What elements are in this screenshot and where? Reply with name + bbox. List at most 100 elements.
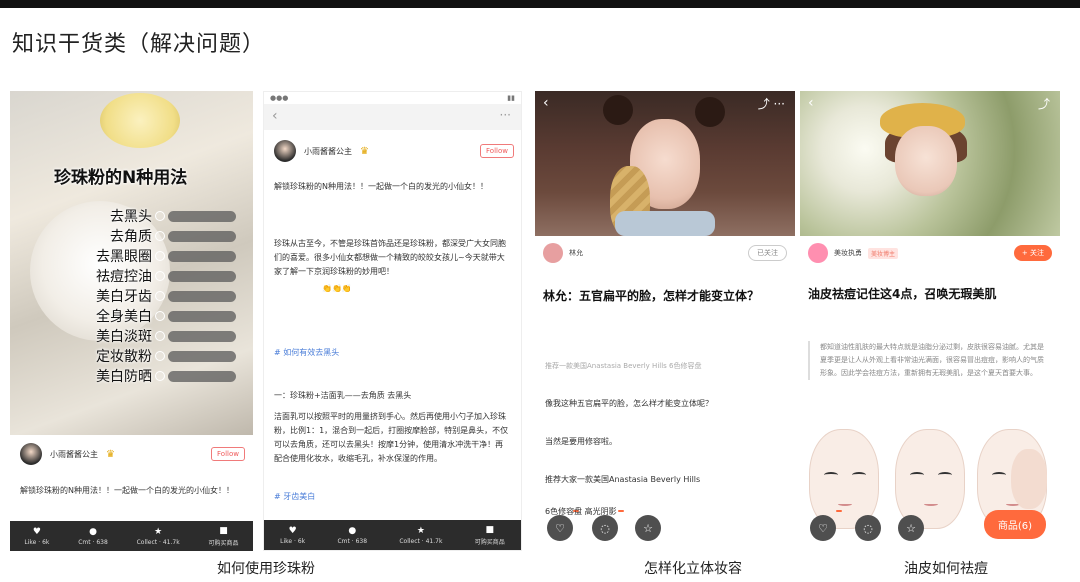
tag-pill[interactable] [168, 310, 236, 322]
comment-icon: ● [348, 525, 357, 536]
avatar[interactable] [20, 443, 42, 465]
author-name[interactable]: 小雨酱酱公主 [50, 449, 98, 460]
tag-dot-icon[interactable] [155, 351, 165, 361]
cover-heading: 珍珠粉的N种用法 [54, 168, 188, 188]
follow-button[interactable]: Follow [211, 447, 245, 461]
post-detail-acne[interactable]: ‹ ⤴ 美妆执勇 美妆博主 + 关注 油皮祛痘记住这4点，召唤无瑕美肌 都知道油… [800, 91, 1060, 551]
crown-icon: ♛ [106, 448, 115, 460]
hero-photo: ‹ ⤴ ··· [535, 91, 795, 236]
tag-dot-icon[interactable] [155, 311, 165, 321]
bottom-action-0[interactable]: ♥ Like · 6k [24, 527, 49, 546]
tag-dot-icon[interactable] [155, 211, 165, 221]
usage-label: 美白牙齿 [96, 289, 152, 305]
buy-products-button[interactable]: 商品(6) [983, 510, 1046, 539]
back-icon[interactable]: ‹ [543, 95, 549, 111]
tag-dot-icon[interactable] [155, 331, 165, 341]
section-heading: 一：珍珠粉+洁面乳——去角质 去黑头 [274, 391, 412, 400]
hair-bun [603, 95, 633, 125]
share-icon[interactable]: ⤴ [1038, 95, 1050, 112]
author-name[interactable]: 林允 [569, 248, 583, 258]
post-card-pearl-powder[interactable]: 珍珠粉的N种用法 小雨酱酱公主 ♛ Follow 解锁珍珠粉的N种用法！！一起做… [10, 91, 253, 551]
author-name[interactable]: 美妆执勇 [834, 248, 862, 258]
avatar[interactable] [543, 243, 563, 263]
follow-button[interactable]: Follow [480, 144, 514, 158]
usage-label: 全身美白 [96, 309, 152, 325]
bottom-action-label: Cmt · 638 [337, 537, 368, 545]
bottom-action-bar: ♥ Like · 6k ● Cmt · 638 ★ Collect · 41.7k ■ 可购买… [264, 520, 521, 550]
collect-icon[interactable]: ☆ [898, 515, 924, 541]
usage-label: 祛痘控油 [96, 269, 152, 285]
bottom-action-3[interactable]: ■ 可购买商品 [209, 526, 239, 547]
tag-dot-icon[interactable] [155, 231, 165, 241]
author-name[interactable]: 小雨酱酱公主 [304, 146, 352, 157]
bottom-action-bar: ♥ Like · 6k ● Cmt · 638 ★ Collect · 41.7k ■ 可购买… [10, 521, 253, 551]
author-row: 美妆执勇 美妆博主 + 关注 [808, 243, 1052, 263]
comment-icon[interactable]: ◌ [855, 515, 881, 541]
bottom-action-1[interactable]: ● Cmt · 638 [78, 527, 108, 546]
tag-pill[interactable] [168, 290, 236, 302]
tag-pill[interactable] [168, 370, 236, 382]
bottom-action-label: Like · 6k [280, 537, 306, 545]
post-description: 解锁珍珠粉的N种用法！！一起做一个白的发光的小仙女！！ [20, 486, 234, 495]
usage-row: 全身美白 [96, 306, 236, 326]
page-title: 知识干货类（解决问题） [12, 32, 266, 57]
back-icon[interactable]: ‹ [808, 95, 814, 111]
collect-icon: ★ [416, 525, 425, 536]
usage-row: 美白防晒 [96, 366, 236, 386]
tag-dot-icon[interactable] [155, 271, 165, 281]
bottom-action-1[interactable]: ● Cmt · 638 [337, 526, 367, 545]
caption-acne: 油皮如何祛痘 [904, 561, 988, 577]
hair-bun [695, 97, 725, 127]
share-icon[interactable]: ⤴ ··· [758, 95, 785, 112]
avatar[interactable] [808, 243, 828, 263]
tag-pill[interactable] [168, 270, 236, 282]
status-bar: ●●● ▮▮ [270, 94, 515, 102]
usage-label: 去黑眼圈 [96, 249, 152, 265]
follow-button[interactable]: + 关注 [1013, 245, 1052, 261]
bottom-action-2[interactable]: ★ Collect · 41.7k [137, 527, 180, 546]
face-drawing [809, 429, 879, 529]
tag-dot-icon[interactable] [155, 371, 165, 381]
shop-icon: ■ [485, 524, 495, 535]
post-paragraph: 洁面乳可以按照平时的用量挤到手心。然后再使用小勺子加入珍珠粉，比例1：1，混合到… [274, 412, 509, 463]
count-badge [836, 510, 842, 512]
face-image [895, 126, 957, 196]
post-intro: 解锁珍珠粉的N种用法！！一起做一个白的发光的小仙女！！ [274, 182, 488, 191]
hero-photo: ‹ ⤴ [800, 91, 1060, 236]
like-icon[interactable]: ♡ [810, 510, 842, 541]
usage-row: 去角质 [110, 226, 236, 246]
tag-pill[interactable] [168, 250, 236, 262]
topic-tag[interactable]: # 牙齿美白 [274, 490, 315, 504]
tag-dot-icon[interactable] [155, 251, 165, 261]
article-quote: 都知道油性肌肤的最大特点就是油脂分泌过剩，皮肤很容易油腻。尤其是夏季更是让人从外… [808, 341, 1050, 380]
post-detail-pearl-powder[interactable]: ●●● ▮▮ ‹ ··· 小雨酱酱公主 ♛ Follow 解锁珍珠粉的N种用法！！… [263, 91, 522, 551]
more-icon[interactable]: ··· [500, 108, 511, 122]
tag-pill[interactable] [168, 230, 236, 242]
like-icon: ♥ [32, 526, 41, 537]
topic-tag[interactable]: # 如何有效去黑头 [274, 346, 339, 360]
nav-bar: ‹ ··· [264, 104, 521, 130]
usage-label: 去角质 [110, 229, 152, 245]
article-title: 油皮祛痘记住这4点，召唤无瑕美肌 [808, 287, 997, 301]
bottom-action-label: Like · 6k [24, 538, 50, 546]
bottom-action-2[interactable]: ★ Collect · 41.7k [399, 526, 442, 545]
usage-row: 美白淡斑 [96, 326, 236, 346]
back-icon[interactable]: ‹ [272, 108, 278, 124]
article-line: 推荐一款美国Anastasia Beverly Hills 6色修容盘 [545, 362, 702, 370]
clap-emoji: 👏👏👏 [322, 284, 352, 293]
article-line: 当然是要用修容啦。 [545, 437, 617, 446]
avatar[interactable] [274, 140, 296, 162]
usage-row: 美白牙齿 [96, 286, 236, 306]
article-title: 林允：五官扁平的脸，怎样才能变立体？ [543, 289, 760, 303]
bottom-action-label: Collect · 41.7k [136, 538, 180, 546]
following-button[interactable]: 已关注 [748, 245, 787, 261]
bottom-action-0[interactable]: ♥ Like · 6k [280, 526, 305, 545]
usage-label: 美白淡斑 [96, 329, 152, 345]
bottom-action-label: Collect · 41.7k [399, 537, 443, 545]
tag-pill[interactable] [168, 330, 236, 342]
post-detail-contour[interactable]: ‹ ⤴ ··· 林允 已关注 林允：五官扁平的脸，怎样才能变立体？ ♡ ◌ ☆ … [535, 91, 795, 551]
tag-pill[interactable] [168, 350, 236, 362]
bottom-action-3[interactable]: ■ 可购买商品 [475, 525, 505, 546]
tag-pill[interactable] [168, 210, 236, 222]
tag-dot-icon[interactable] [155, 291, 165, 301]
